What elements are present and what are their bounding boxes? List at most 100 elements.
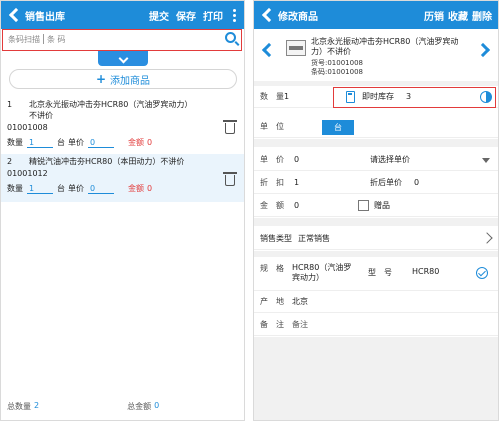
discount-price-input[interactable]: 0 xyxy=(414,178,419,187)
delete-button[interactable]: 删除 xyxy=(472,8,492,23)
chevron-down-icon xyxy=(118,53,128,64)
divider xyxy=(254,139,498,147)
qty-input[interactable]: 1 xyxy=(27,138,53,148)
barcode-search-bar[interactable]: 条码扫描 条 码 xyxy=(5,30,240,48)
discount-price-label: 折后单价 xyxy=(370,178,402,187)
previous-item-icon[interactable] xyxy=(261,42,277,58)
spec-row: 规格 HCR80（汽油罗宾动力） 型号 HCR80 xyxy=(254,257,498,291)
empty-area xyxy=(254,337,498,420)
qty-label: 数量 xyxy=(7,138,23,147)
qty-input[interactable]: 1 xyxy=(27,184,53,194)
search-icon[interactable] xyxy=(225,32,236,43)
check-circle-icon[interactable] xyxy=(476,267,488,279)
left-header: 销售出库 提交 保存 打印 xyxy=(1,1,244,29)
sales-outbound-screen: 销售出库 提交 保存 打印 条码扫描 条 码 + 添加商品 1 北京永光振动冲击… xyxy=(0,0,245,421)
price-input[interactable]: 0 xyxy=(294,155,299,164)
price-row: 单价 0 请选择单价 xyxy=(254,149,498,171)
model-label: 型号 xyxy=(368,268,400,277)
cursor xyxy=(43,34,44,44)
unit-row: 单位 台 xyxy=(254,116,498,138)
print-button[interactable]: 打印 xyxy=(203,8,223,23)
amount-label: 金额 xyxy=(128,138,144,147)
unit-label: 台 xyxy=(57,184,65,193)
amount-label: 金额 xyxy=(260,201,292,210)
list-item[interactable]: 1 北京永光振动冲击夯HCR80（汽油罗宾动力）不讲价 01001008 数量 … xyxy=(1,99,244,151)
total-amount-label: 总金额 xyxy=(127,402,152,411)
amount-value: 0 xyxy=(147,138,153,147)
page-title: 修改商品 xyxy=(278,11,318,23)
product-barcode: 条码:01001008 xyxy=(311,68,363,76)
qty-label: 数量 xyxy=(7,184,23,193)
price-input[interactable]: 0 xyxy=(88,138,114,148)
item-qty-row: 数量 1 台 单价 0 金额 0 xyxy=(7,137,152,148)
chevron-right-icon[interactable] xyxy=(481,232,493,244)
price-label: 单价 xyxy=(68,184,84,193)
discount-label: 折扣 xyxy=(260,178,292,187)
add-product-button[interactable]: + 添加商品 xyxy=(9,69,237,89)
model-value: HCR80 xyxy=(412,267,440,276)
item-qty-row: 数量 1 台 单价 0 金额 0 xyxy=(7,183,152,194)
sale-type-value[interactable]: 正常销售 xyxy=(298,233,330,244)
plus-icon: + xyxy=(95,72,107,86)
item-index: 1 xyxy=(7,100,13,109)
back-arrow-icon[interactable] xyxy=(261,7,277,23)
unit-option-button[interactable]: 台 xyxy=(322,120,354,135)
origin-value: 北京 xyxy=(292,297,308,306)
origin-row: 产地 北京 xyxy=(254,291,498,313)
expand-toggle[interactable] xyxy=(98,51,148,66)
product-name: 北京永光振动冲击夯HCR80（汽油罗宾动力）不讲价 xyxy=(311,37,459,56)
submit-button[interactable]: 提交 xyxy=(149,8,169,23)
stock-highlight xyxy=(333,87,496,108)
amount-value: 0 xyxy=(147,184,153,193)
amount-input[interactable]: 0 xyxy=(294,201,299,210)
qty-input[interactable]: 1 xyxy=(284,92,289,101)
discount-row: 折扣 1 折后单价 0 xyxy=(254,172,498,194)
sale-type-row[interactable]: 销售类型 正常销售 xyxy=(254,228,498,250)
add-product-label: 添加商品 xyxy=(110,75,151,87)
dropdown-icon[interactable] xyxy=(482,158,490,163)
spec-value: HCR80（汽油罗宾动力） xyxy=(292,263,352,282)
barcode-input[interactable]: 条 码 xyxy=(47,34,66,45)
note-label: 备注 xyxy=(260,320,292,329)
item-code: 01001012 xyxy=(7,169,48,178)
item-name: 北京永光振动冲击夯HCR80（汽油罗宾动力）不讲价 xyxy=(29,100,193,120)
spec-label: 规格 xyxy=(260,264,292,273)
unit-label: 单位 xyxy=(260,122,292,131)
item-code: 01001008 xyxy=(7,123,48,132)
price-select[interactable]: 请选择单价 xyxy=(370,154,410,165)
amount-row: 金额 0 赠品 xyxy=(254,195,498,217)
price-label: 单价 xyxy=(68,138,84,147)
note-row: 备注 备注 xyxy=(254,314,498,336)
item-name: 精锐汽油冲击夯HCR80（本田动力）不讲价 xyxy=(29,157,185,166)
note-input[interactable]: 备注 xyxy=(292,319,308,330)
origin-label: 产地 xyxy=(260,297,292,306)
list-item[interactable]: 2 精锐汽油冲击夯HCR80（本田动力）不讲价 01001012 数量 1 台 … xyxy=(1,154,244,202)
price-input[interactable]: 0 xyxy=(88,184,114,194)
save-button[interactable]: 保存 xyxy=(176,8,196,23)
price-label: 单价 xyxy=(260,155,292,164)
delete-icon[interactable] xyxy=(223,120,237,134)
total-qty-value: 2 xyxy=(34,401,40,410)
next-item-icon[interactable] xyxy=(475,42,491,58)
page-title: 销售出库 xyxy=(25,11,65,23)
edit-product-screen: 修改商品 历销 收藏 删除 北京永光振动冲击夯HCR80（汽油罗宾动力）不讲价 … xyxy=(253,0,499,421)
gift-checkbox[interactable] xyxy=(358,200,369,211)
discount-input[interactable]: 1 xyxy=(294,178,299,187)
more-menu-icon[interactable] xyxy=(233,13,236,17)
product-header: 北京永光振动冲击夯HCR80（汽油罗宾动力）不讲价 货号:01001008 条码… xyxy=(254,31,498,81)
totals-footer: 总数量 2 总金额 0 xyxy=(1,401,244,412)
item-index: 2 xyxy=(7,157,13,166)
scan-label[interactable]: 条码扫描 xyxy=(8,34,40,45)
total-amount-value: 0 xyxy=(154,401,160,410)
unit-label: 台 xyxy=(57,138,65,147)
sale-type-label: 销售类型 xyxy=(260,234,292,243)
delete-icon[interactable] xyxy=(223,172,237,186)
product-thumbnail xyxy=(286,40,306,56)
back-arrow-icon[interactable] xyxy=(8,7,24,23)
right-header: 修改商品 历销 收藏 删除 xyxy=(254,1,498,29)
total-qty-label: 总数量 xyxy=(7,402,31,411)
amount-label: 金额 xyxy=(128,184,144,193)
favorite-button[interactable]: 收藏 xyxy=(448,8,468,23)
history-sales-button[interactable]: 历销 xyxy=(424,8,444,23)
divider xyxy=(254,218,498,226)
